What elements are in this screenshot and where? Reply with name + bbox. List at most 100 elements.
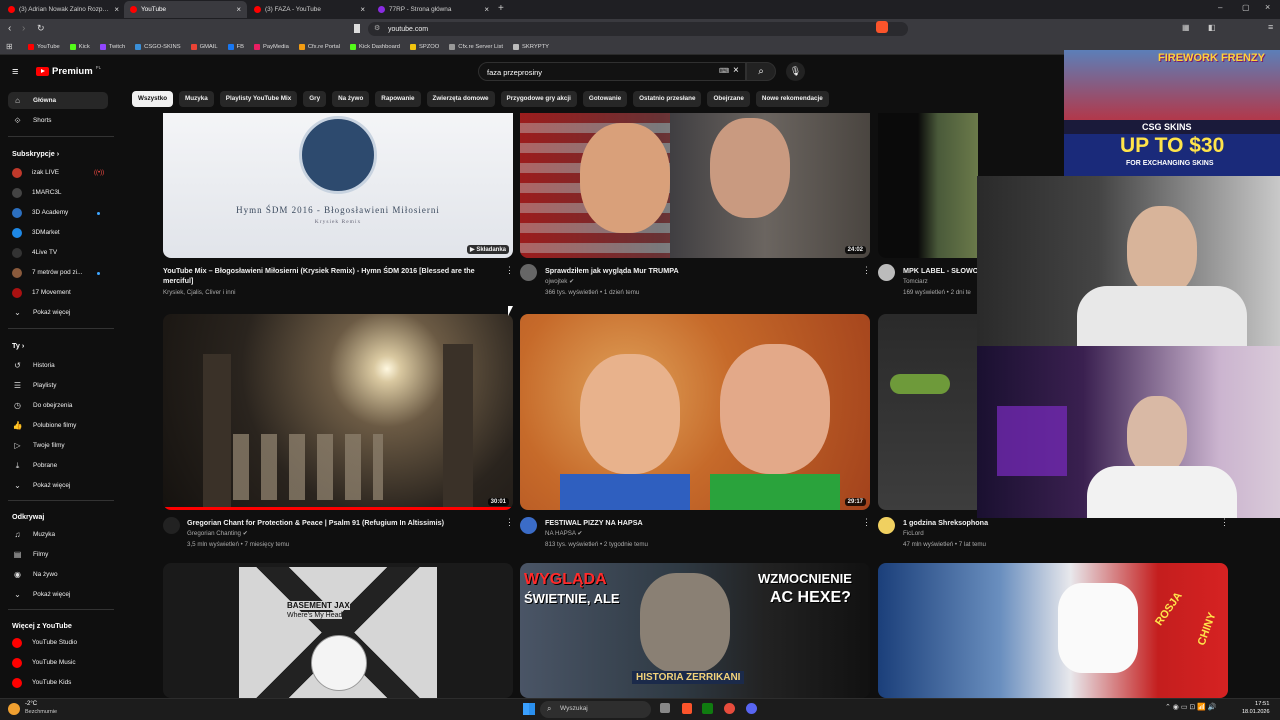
task-view-icon[interactable] (660, 703, 670, 713)
more-options-icon[interactable]: ⋮ (862, 517, 871, 528)
back-icon[interactable]: ‹ (8, 23, 11, 34)
sidebar-sub[interactable]: 1MARC3L (8, 184, 108, 201)
tray-icons[interactable]: ⌃ ◉ ▭ ⊡ 📶 🔊 (1165, 703, 1217, 711)
sidebar-item-liked[interactable]: 👍 Polubione filmy (8, 417, 108, 434)
browser-tab[interactable]: (3) Adrian Nowak Zalno Rozpakowan × (2, 1, 125, 18)
chip-pets[interactable]: Zwierzęta domowe (426, 91, 495, 107)
hamburger-menu-icon[interactable]: ≡ (12, 66, 18, 78)
sidebar-show-more[interactable]: ⌄ Pokaż więcej (8, 586, 108, 603)
bookmark-twitch[interactable]: Twitch (99, 43, 125, 50)
browser-tab[interactable]: (3) FAZA - YouTube × (248, 1, 371, 18)
bookmark-cfx-server-list[interactable]: Cfx.re Server List (449, 43, 503, 50)
forward-icon[interactable]: › (22, 23, 25, 34)
sidebar-item-live[interactable]: ◉ Na żywo (8, 566, 108, 583)
sidebar-item-playlists[interactable]: ☰ Playlisty (8, 377, 108, 394)
video-thumbnail[interactable]: 24:02 (520, 113, 870, 258)
extensions-icon[interactable]: ▦ (1182, 23, 1190, 32)
sidebar-show-more[interactable]: ⌄ Pokaż więcej (8, 477, 108, 494)
bookmark-paymedia[interactable]: PayMedia (254, 43, 289, 50)
video-thumbnail[interactable]: BASEMENT JAX Where's My Head (163, 563, 513, 698)
minimize-icon[interactable]: – (1218, 3, 1222, 12)
browser-tab-active[interactable]: YouTube × (124, 1, 247, 18)
sidebar-sub[interactable]: 3D Academy (8, 204, 108, 221)
chip-new-recommendations[interactable]: Nowe rekomendacje (755, 91, 829, 107)
subscriptions-header[interactable]: Subskrypcje › (12, 149, 59, 158)
chip-mix[interactable]: Playlisty YouTube Mix (219, 91, 298, 107)
clear-search-icon[interactable]: × (733, 65, 739, 76)
video-channel[interactable]: Tomciarz (903, 278, 928, 285)
you-header[interactable]: Ty › (12, 341, 24, 350)
weather-icon[interactable] (8, 703, 20, 715)
sidebar-item-films[interactable]: ▤ Filmy (8, 546, 108, 563)
channel-avatar[interactable] (878, 517, 895, 534)
more-options-icon[interactable]: ⋮ (1220, 517, 1229, 528)
channel-avatar[interactable] (163, 517, 180, 534)
sidebar-show-more[interactable]: ⌄ Pokaż więcej (8, 304, 108, 321)
video-thumbnail[interactable]: ROSJA CHINY (878, 563, 1228, 698)
bookmark-gmail[interactable]: GMAIL (190, 43, 218, 50)
more-options-icon[interactable]: ⋮ (505, 265, 514, 276)
video-channel[interactable]: Krysiek, Cjalis, Cliver i inni (163, 289, 236, 296)
more-options-icon[interactable]: ⋮ (862, 265, 871, 276)
excel-icon[interactable] (702, 703, 713, 714)
video-thumbnail[interactable]: Hymn ŚDM 2016 - Błogosławieni Miłosierni… (163, 113, 513, 258)
sidebar-item-yt-kids[interactable]: YouTube Kids (8, 674, 108, 691)
video-title[interactable]: Sprawdziłem jak wygląda Mur TRUMPA (545, 266, 855, 276)
video-channel[interactable]: Gregorian Chanting ✔ (187, 530, 248, 537)
chip-adventure-games[interactable]: Przygodowe gry akcji (500, 91, 577, 107)
bookmark-icon[interactable] (354, 24, 360, 33)
youtube-logo[interactable]: Premium PL (36, 65, 101, 77)
browser-tab[interactable]: 77RP - Strona główna × (372, 1, 495, 18)
bookmark-skrypty[interactable]: SKRYPTY (513, 43, 549, 50)
bookmark-cfx-portal[interactable]: Cfx.re Portal (298, 43, 340, 50)
sidebar-item-watch-later[interactable]: ◷ Do obejrzenia (8, 397, 108, 414)
voice-search-button[interactable]: 🎙 (786, 62, 805, 81)
brave-shield-icon[interactable] (876, 21, 888, 33)
video-thumbnail[interactable]: WYGLĄDA ŚWIETNIE, ALE WZMOCNIENIE AC HEX… (520, 563, 870, 698)
close-tab-icon[interactable]: × (114, 5, 119, 14)
channel-avatar[interactable] (878, 264, 895, 281)
sidebar-item-downloads[interactable]: ⤓ Pobrane (8, 457, 108, 474)
more-options-icon[interactable]: ⋮ (505, 517, 514, 528)
maximize-icon[interactable]: ▢ (1242, 3, 1250, 12)
video-thumbnail[interactable] (878, 113, 978, 258)
bookmark-csgo-skins[interactable]: CSGO-SKINS (135, 43, 181, 50)
bookmark-fb[interactable]: FB (227, 43, 244, 50)
reload-icon[interactable]: ↻ (37, 23, 45, 34)
keyboard-icon[interactable]: ⌨ (719, 67, 729, 75)
chip-music[interactable]: Muzyka (179, 91, 214, 107)
close-tab-icon[interactable]: × (360, 5, 365, 14)
chip-live[interactable]: Na żywo (332, 91, 370, 107)
bookmark-kick[interactable]: Kick (69, 43, 90, 50)
close-tab-icon[interactable]: × (236, 5, 241, 14)
video-title[interactable]: Gregorian Chant for Protection & Peace |… (187, 518, 499, 528)
apps-grid-icon[interactable]: ⊞ (6, 42, 13, 51)
search-button[interactable]: ⌕ (746, 62, 776, 81)
sidebar-sub[interactable]: 4Live TV (8, 244, 108, 261)
url-field[interactable]: ⚙ youtube.com (368, 22, 908, 36)
sidebar-toggle-icon[interactable]: ◧ (1208, 23, 1216, 32)
sidebar-item-yt-music[interactable]: YouTube Music (8, 654, 108, 671)
video-thumbnail[interactable]: 29:17 (520, 314, 870, 510)
video-title[interactable]: MPK LABEL - SŁOWO (903, 266, 978, 276)
site-info-icon[interactable]: ⚙ (374, 24, 380, 32)
chip-watched[interactable]: Obejrzane (707, 91, 750, 107)
sidebar-sub[interactable]: 3DMarket (8, 224, 108, 241)
discord-icon[interactable] (746, 703, 757, 714)
video-channel[interactable]: ojwojtek ✔ (545, 278, 574, 285)
chip-games[interactable]: Gry (303, 91, 327, 107)
chip-rap[interactable]: Rapowanie (375, 91, 421, 107)
sidebar-sub[interactable]: 17 Movement (8, 284, 108, 301)
channel-avatar[interactable] (520, 264, 537, 281)
video-channel[interactable]: FicLord (903, 530, 924, 537)
new-tab-icon[interactable]: + (498, 3, 504, 14)
video-thumbnail[interactable] (878, 314, 978, 510)
sidebar-sub[interactable]: izak LIVE ((•)) (8, 164, 108, 181)
video-title[interactable]: YouTube Mix – Błogosławieni Miłosierni (… (163, 266, 499, 285)
video-title[interactable]: FESTIWAL PIZZY NA HAPSA (545, 518, 855, 528)
bookmark-youtube[interactable]: YouTube (28, 43, 60, 50)
chip-recently-uploaded[interactable]: Ostatnio przesłane (633, 91, 702, 107)
bookmark-spzoo[interactable]: SPZOO (409, 43, 439, 50)
sidebar-sub[interactable]: 7 metrów pod zi... (8, 264, 108, 281)
channel-avatar[interactable] (520, 517, 537, 534)
